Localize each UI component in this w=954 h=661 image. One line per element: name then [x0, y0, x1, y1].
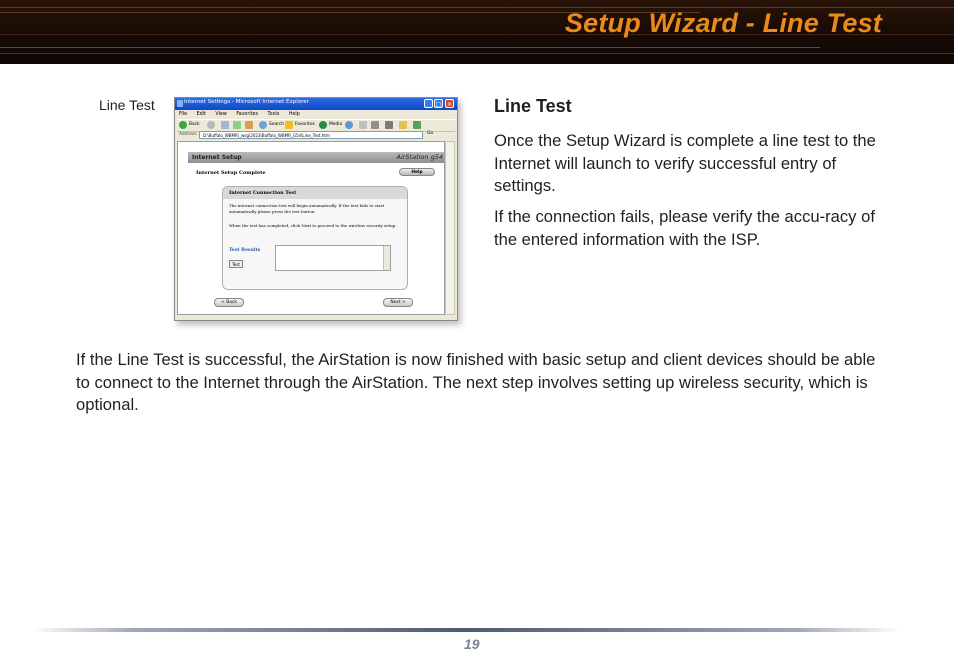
header-banner: Setup Wizard - Line Test — [0, 0, 954, 64]
page-scrollbar — [445, 141, 455, 315]
folder-icon — [399, 121, 407, 129]
back-icon — [179, 121, 187, 129]
section-bar-label: Internet Setup — [192, 154, 242, 161]
toolbar-media-label: Media — [329, 122, 343, 127]
address-bar: Address D:\Buffalo_WBMR\_wsg\2023\Buffal… — [177, 131, 455, 140]
setup-heading: Internet Setup Complete — [196, 170, 266, 176]
footer-rule — [30, 628, 900, 632]
browser-page: Internet Setup AirStation g54 Internet S… — [177, 141, 445, 315]
address-label: Address — [179, 132, 197, 137]
refresh-icon — [233, 121, 241, 129]
favorites-icon — [285, 121, 293, 129]
test-button: Test — [229, 260, 243, 268]
window-menubar: File Edit View Favorites Tools Help — [179, 110, 308, 119]
brand-logo: AirStation g54 — [396, 153, 444, 161]
close-icon: × — [445, 99, 454, 108]
panel-title: Internet Connection Test — [229, 190, 297, 196]
toolbar-back-label: Back — [189, 122, 200, 127]
figure-caption: Line Test — [99, 97, 155, 113]
test-results-label: Test Results — [229, 248, 261, 253]
window-titlebar: Internet Settings - Microsoft Internet E… — [175, 98, 457, 110]
menu-item: File — [179, 112, 188, 117]
menu-item: Edit — [196, 112, 206, 117]
back-button: < Back — [214, 298, 244, 307]
history-icon — [345, 121, 353, 129]
mail-icon — [359, 121, 367, 129]
section-paragraph: If the connection fails, please verify t… — [494, 207, 875, 249]
home-icon — [245, 121, 253, 129]
edit-icon — [385, 121, 393, 129]
section-heading: Line Test — [494, 96, 572, 116]
messenger-icon — [413, 121, 421, 129]
toolbar-search-label: Search — [269, 122, 285, 127]
section-paragraph: Once the Setup Wizard is complete a line… — [494, 131, 876, 195]
next-button: Next > — [383, 298, 413, 307]
help-button: Help — [399, 168, 435, 176]
section-bar: Internet Setup AirStation g54 — [188, 152, 444, 163]
page-number: 19 — [464, 636, 480, 652]
toolbar-favorites-label: Favorites — [295, 122, 315, 127]
page-title: Setup Wizard - Line Test — [564, 8, 882, 38]
menu-item: Help — [288, 112, 300, 117]
menu-item: Favorites — [236, 112, 258, 117]
search-icon — [259, 121, 267, 129]
window-title: Internet Settings - Microsoft Internet E… — [184, 99, 309, 105]
banner-line — [0, 47, 820, 48]
menu-item: View — [215, 112, 227, 117]
test-results-box — [275, 245, 391, 271]
forward-icon — [207, 121, 215, 129]
maximize-icon: □ — [434, 99, 443, 108]
minimize-icon: _ — [424, 99, 433, 108]
panel-text: The internet connection test will begin … — [229, 203, 385, 214]
ie-icon — [177, 100, 183, 107]
panel-header: Internet Connection Test — [223, 187, 407, 199]
media-icon — [319, 121, 327, 129]
address-field: D:\Buffalo_WBMR\_wsg\2023\Buffalo_WBMR_G… — [199, 131, 423, 139]
stop-icon — [221, 121, 229, 129]
connection-test-panel: Internet Connection Test The internet co… — [222, 186, 408, 290]
screenshot-figure: Internet Settings - Microsoft Internet E… — [174, 97, 458, 321]
print-icon — [371, 121, 379, 129]
go-label: Go — [427, 131, 434, 136]
body-paragraph: If the Line Test is successful, the AirS… — [76, 350, 876, 414]
banner-line — [0, 53, 954, 54]
results-scrollbar — [383, 246, 390, 270]
panel-text: When the test has completed, click Next … — [229, 223, 397, 228]
menu-item: Tools — [267, 112, 280, 117]
